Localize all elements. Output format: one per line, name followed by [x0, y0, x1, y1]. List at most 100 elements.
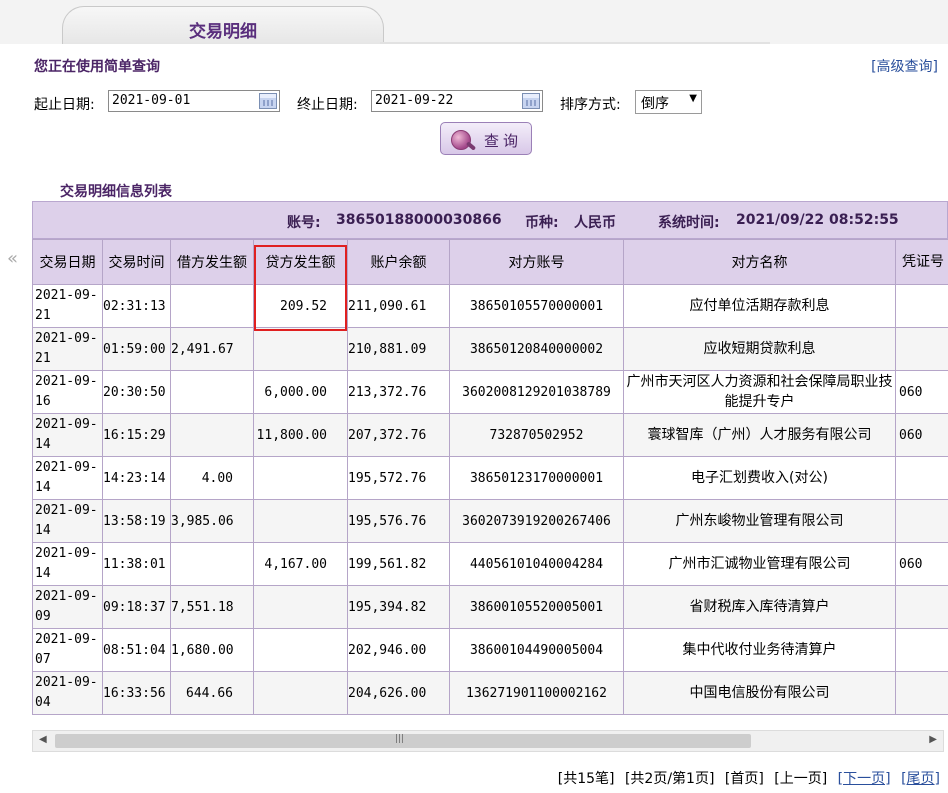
cell-balance: 210,881.09 [347, 327, 450, 371]
currency-value: 人民币 [574, 215, 616, 231]
cell-date: 2021-09-07 [32, 628, 103, 672]
total-records: [共15笔] [557, 771, 615, 787]
cell-credit [253, 585, 348, 629]
query-button-label: 查询 [484, 132, 523, 150]
cell-time: 20:30:50 [102, 370, 171, 414]
globe-search-icon [451, 130, 471, 150]
main-content: 您正在使用简单查询 [高级查询] 起止日期: 2021-09-01 终止日期: … [30, 44, 948, 793]
sort-order-select[interactable]: 倒序 ▼ [635, 90, 702, 114]
cell-date: 2021-09-14 [32, 542, 103, 586]
cell-date: 2021-09-14 [32, 499, 103, 543]
cell-balance: 204,626.00 [347, 671, 450, 715]
cell-date: 2021-09-21 [32, 284, 103, 328]
cell-debit: 2,491.67 [170, 327, 254, 371]
transaction-list-title: 交易明细信息列表 [60, 184, 172, 200]
cell-voucher: 060 [895, 413, 948, 457]
cell-counter-name: 中国电信股份有限公司 [623, 671, 896, 715]
double-chevron-left-icon[interactable]: « [7, 248, 18, 269]
calendar-icon[interactable] [522, 93, 540, 109]
cell-credit [253, 671, 348, 715]
cell-time: 14:23:14 [102, 456, 171, 500]
first-page-button[interactable]: [首页] [725, 771, 764, 787]
col-header-time: 交易时间 [102, 239, 171, 285]
sort-order-value: 倒序 [641, 96, 669, 112]
cell-credit: 11,800.00 [253, 413, 348, 457]
cell-debit [170, 542, 254, 586]
table-row[interactable]: 2021-09-14 16:15:29 11,800.00 207,372.76… [32, 413, 948, 457]
tab-transaction-detail[interactable]: 交易明细 [62, 6, 384, 45]
cell-counter-name: 广州市天河区人力资源和社会保障局职业技能提升专户 [623, 370, 896, 414]
cell-counter-account: 38600104490005004 [449, 628, 624, 672]
account-number: 38650188000030866 [336, 212, 502, 228]
table-row[interactable]: 2021-09-21 02:31:13 209.52 211,090.61 38… [32, 284, 948, 328]
cell-voucher [895, 284, 948, 328]
cell-counter-account: 38600105520005001 [449, 585, 624, 629]
cell-voucher: 060 [895, 542, 948, 586]
cell-debit [170, 413, 254, 457]
cell-date: 2021-09-21 [32, 327, 103, 371]
cell-counter-name: 省财税库入库待清算户 [623, 585, 896, 629]
cell-balance: 207,372.76 [347, 413, 450, 457]
calendar-icon[interactable] [259, 93, 277, 109]
scrollbar-thumb[interactable]: ||| [55, 734, 751, 748]
cell-credit: 4,167.00 [253, 542, 348, 586]
cell-time: 13:58:19 [102, 499, 171, 543]
cell-voucher [895, 585, 948, 629]
cell-counter-name: 应付单位活期存款利息 [623, 284, 896, 328]
table-row[interactable]: 2021-09-21 01:59:00 2,491.67 210,881.09 … [32, 327, 948, 371]
table-row[interactable]: 2021-09-04 16:33:56 644.66 204,626.00 13… [32, 671, 948, 715]
system-time-value: 2021/09/22 08:52:55 [736, 212, 899, 228]
cell-credit [253, 456, 348, 500]
cell-debit [170, 370, 254, 414]
page-info: [共2页/第1页] [624, 771, 715, 787]
system-time-label: 系统时间: [658, 215, 720, 231]
cell-debit: 1,680.00 [170, 628, 254, 672]
query-button[interactable]: 查询 [440, 122, 532, 155]
next-page-link[interactable]: [下一页] [838, 771, 891, 787]
table-row[interactable]: 2021-09-07 08:51:04 1,680.00 202,946.00 … [32, 628, 948, 672]
cell-credit [253, 628, 348, 672]
query-mode-title: 您正在使用简单查询 [34, 59, 160, 75]
cell-time: 09:18:37 [102, 585, 171, 629]
cell-voucher [895, 628, 948, 672]
advanced-query-link[interactable]: [高级查询] [871, 56, 938, 76]
col-header-voucher: 凭证号 [895, 239, 948, 285]
account-info-bar: 账号: 38650188000030866 币种: 人民币 系统时间: 2021… [32, 201, 948, 239]
horizontal-scrollbar[interactable]: ◀ ||| ▶ [32, 730, 944, 752]
cell-debit: 644.66 [170, 671, 254, 715]
cell-debit: 4.00 [170, 456, 254, 500]
scroll-right-icon[interactable]: ▶ [929, 734, 937, 745]
col-header-debit: 借方发生额 [170, 239, 254, 285]
cell-counter-name: 集中代收付业务待清算户 [623, 628, 896, 672]
cell-balance: 199,561.82 [347, 542, 450, 586]
end-date-input[interactable]: 2021-09-22 [371, 90, 543, 112]
table-row[interactable]: 2021-09-14 11:38:01 4,167.00 199,561.82 … [32, 542, 948, 586]
col-header-credit: 贷方发生额 [253, 239, 348, 285]
table-row[interactable]: 2021-09-16 20:30:50 6,000.00 213,372.76 … [32, 370, 948, 414]
table-row[interactable]: 2021-09-09 09:18:37 7,551.18 195,394.82 … [32, 585, 948, 629]
end-date-label: 终止日期: [297, 97, 358, 113]
cell-voucher [895, 499, 948, 543]
cell-date: 2021-09-09 [32, 585, 103, 629]
sort-order-label: 排序方式: [560, 97, 621, 113]
cell-time: 16:33:56 [102, 671, 171, 715]
cell-counter-account: 38650105570000001 [449, 284, 624, 328]
last-page-link[interactable]: [尾页] [901, 771, 940, 787]
table-header-row: 交易日期 交易时间 借方发生额 贷方发生额 账户余额 对方账号 对方名称 凭证号 [32, 239, 948, 285]
cell-voucher [895, 456, 948, 500]
tab-label: 交易明细 [189, 22, 257, 42]
cell-counter-account: 38650123170000001 [449, 456, 624, 500]
cell-counter-name: 寰球智库（广州）人才服务有限公司 [623, 413, 896, 457]
cell-voucher: 060 [895, 370, 948, 414]
scroll-left-icon[interactable]: ◀ [39, 734, 47, 745]
start-date-input[interactable]: 2021-09-01 [108, 90, 280, 112]
prev-page-button[interactable]: [上一页] [774, 771, 827, 787]
table-row[interactable]: 2021-09-14 14:23:14 4.00 195,572.76 3865… [32, 456, 948, 500]
col-header-date: 交易日期 [32, 239, 103, 285]
table-row[interactable]: 2021-09-14 13:58:19 3,985.06 195,576.76 … [32, 499, 948, 543]
cell-counter-name: 电子汇划费收入(对公) [623, 456, 896, 500]
cell-counter-name: 应收短期贷款利息 [623, 327, 896, 371]
transaction-table: 交易日期 交易时间 借方发生额 贷方发生额 账户余额 对方账号 对方名称 凭证号… [32, 239, 948, 715]
cell-time: 01:59:00 [102, 327, 171, 371]
cell-time: 02:31:13 [102, 284, 171, 328]
